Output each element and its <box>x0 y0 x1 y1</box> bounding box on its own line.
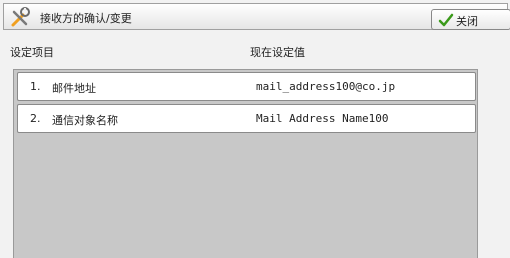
tools-icon <box>10 6 32 28</box>
close-button[interactable]: 关闭 <box>431 9 510 30</box>
window-titlebar: 接收方的确认/变更 关闭 <box>3 3 510 30</box>
row-value: mail_address100@co.jp <box>256 80 396 93</box>
window-title: 接收方的确认/变更 <box>40 12 132 25</box>
column-header-item: 设定项目 <box>10 46 54 59</box>
list-item-contact-name[interactable]: 2. 通信对象名称 Mail Address Name100 <box>17 104 476 133</box>
row-label: 通信对象名称 <box>52 114 118 127</box>
checkmark-icon <box>438 12 454 28</box>
row-value: Mail Address Name100 <box>256 112 389 125</box>
row-number: 1. <box>30 80 41 93</box>
column-header-value: 现在设定值 <box>250 46 305 59</box>
row-label: 邮件地址 <box>52 82 96 95</box>
row-number: 2. <box>30 112 41 125</box>
settings-list: 1. 邮件地址 mail_address100@co.jp 2. 通信对象名称 … <box>13 69 478 258</box>
list-item-email-address[interactable]: 1. 邮件地址 mail_address100@co.jp <box>17 72 476 101</box>
close-button-label: 关闭 <box>456 15 478 28</box>
